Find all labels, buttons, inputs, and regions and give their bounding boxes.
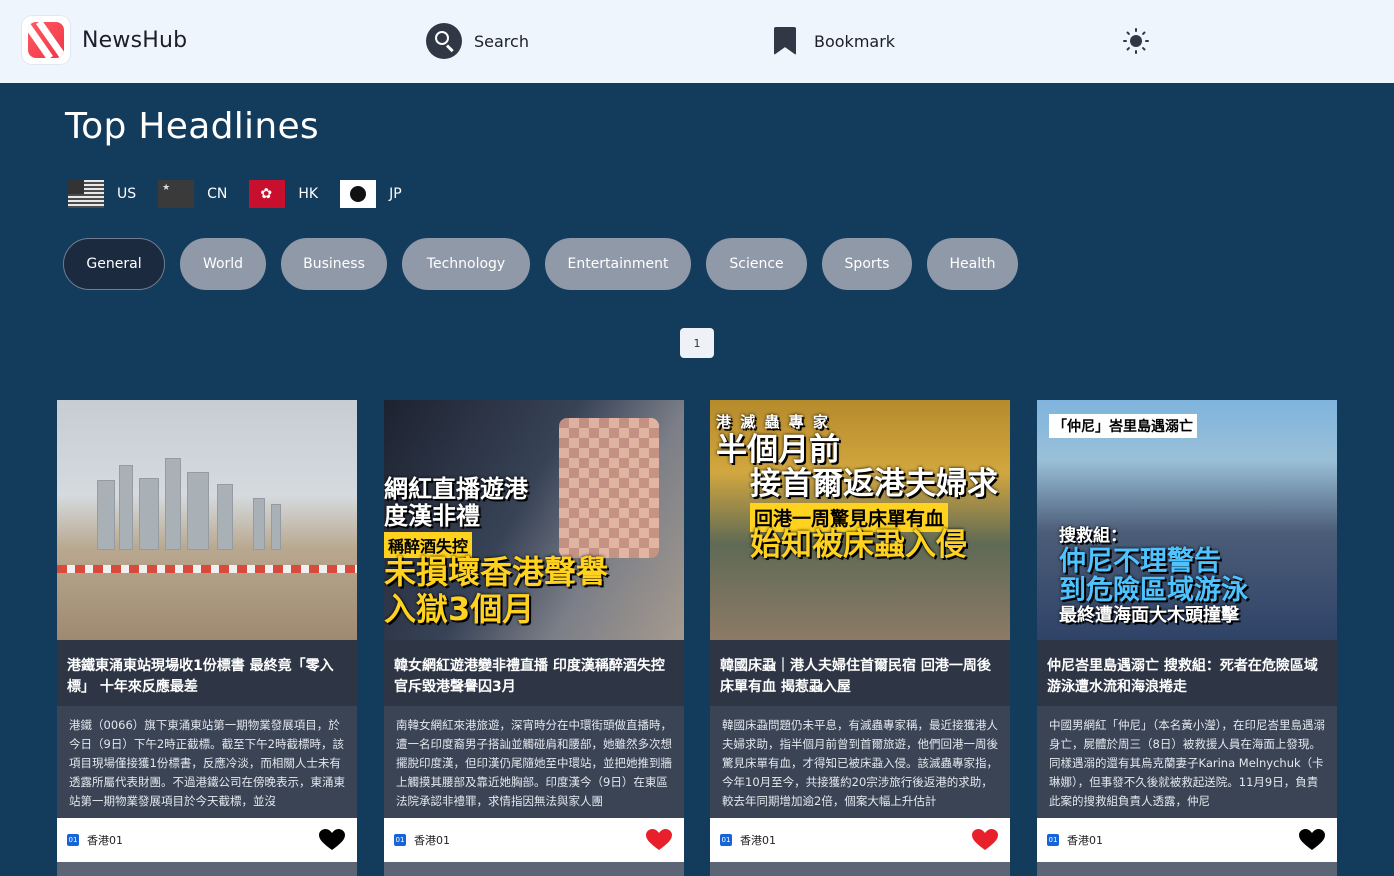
article-title[interactable]: 韓女網紅遊港變非禮直播 印度漢稱醉酒失控 官斥毀港聲譽囚3月 bbox=[394, 656, 675, 698]
heart-icon[interactable] bbox=[1299, 829, 1325, 851]
image-caption: 仲尼不理警告 bbox=[1059, 546, 1221, 577]
source-logo-icon: 01 bbox=[67, 834, 79, 846]
image-caption: 港 滅 蟲 專 家 bbox=[716, 413, 830, 431]
cn-flag-icon: ★ bbox=[158, 180, 195, 208]
article-image[interactable] bbox=[57, 400, 357, 640]
news-logo-icon bbox=[28, 22, 64, 58]
page-title: Top Headlines bbox=[65, 106, 319, 147]
newshub-logo[interactable] bbox=[22, 16, 70, 64]
app-title[interactable]: NewsHub bbox=[82, 28, 187, 53]
tab-health[interactable]: Health bbox=[927, 238, 1018, 290]
top-nav-bar: NewsHub Search Bookmark bbox=[0, 0, 1394, 83]
tab-technology[interactable]: Technology bbox=[402, 238, 530, 290]
tab-business[interactable]: Business bbox=[281, 238, 387, 290]
country-cn[interactable]: ★ CN bbox=[158, 180, 227, 208]
article-image[interactable]: 「仲尼」峇里島遇溺亡 搜救組： 仲尼不理警告 到危險區域游泳 最終遭海面大木頭撞… bbox=[1037, 400, 1337, 640]
country-selector: US ★ CN ✿ HK JP bbox=[68, 180, 424, 208]
source-logo-icon: 01 bbox=[1047, 834, 1059, 846]
source-logo-icon: 01 bbox=[394, 834, 406, 846]
category-tabs: General World Business Technology Entert… bbox=[63, 238, 1033, 290]
heart-icon[interactable] bbox=[319, 829, 345, 851]
image-caption: 半個月前 bbox=[716, 432, 840, 468]
image-caption: 始知被床蝨入侵 bbox=[750, 527, 967, 563]
construction-barrier bbox=[57, 565, 357, 573]
search-icon bbox=[426, 23, 462, 59]
tab-entertainment[interactable]: Entertainment bbox=[545, 238, 691, 290]
article-image[interactable]: 港 滅 蟲 專 家 半個月前 接首爾返港夫婦求 回港一周驚見床單有血 始知被床蝨… bbox=[710, 400, 1010, 640]
image-caption: 最終遭海面大木頭撞擊 bbox=[1059, 605, 1239, 626]
article-source: 香港01 bbox=[414, 834, 450, 847]
search-nav-button[interactable]: Search bbox=[426, 23, 529, 59]
bookmark-icon bbox=[774, 27, 796, 55]
article-source: 香港01 bbox=[740, 834, 776, 847]
article-source: 香港01 bbox=[87, 834, 123, 847]
article-card[interactable]: 「仲尼」峇里島遇溺亡 搜救組： 仲尼不理警告 到危險區域游泳 最終遭海面大木頭撞… bbox=[1037, 400, 1337, 876]
tab-science[interactable]: Science bbox=[706, 238, 807, 290]
card-bottom-edge bbox=[57, 862, 357, 876]
theme-toggle-button[interactable] bbox=[1122, 27, 1150, 55]
country-hk[interactable]: ✿ HK bbox=[249, 180, 318, 208]
source-logo-icon: 01 bbox=[720, 834, 732, 846]
country-label: US bbox=[117, 186, 137, 202]
article-title[interactable]: 仲尼峇里島遇溺亡 搜救組：死者在危險區域游泳遭水流和海浪捲走 bbox=[1047, 656, 1328, 698]
article-description: 港鐵（0066）旗下東涌東站第一期物業發展項目，於今日（9日）下午2時正截標。截… bbox=[69, 718, 345, 808]
tab-general[interactable]: General bbox=[63, 238, 165, 290]
heart-icon[interactable] bbox=[972, 829, 998, 851]
jp-flag-icon bbox=[340, 180, 377, 208]
country-label: HK bbox=[298, 186, 319, 202]
article-source: 香港01 bbox=[1067, 834, 1103, 847]
article-title-block: 港鐵東涌東站現場收1份標書 最終竟「零入標」 十年來反應最差 bbox=[57, 640, 357, 706]
article-title-block: 仲尼峇里島遇溺亡 搜救組：死者在危險區域游泳遭水流和海浪捲走 bbox=[1037, 640, 1337, 706]
hk-flag-icon: ✿ bbox=[249, 180, 286, 208]
article-card[interactable]: 港 滅 蟲 專 家 半個月前 接首爾返港夫婦求 回港一周驚見床單有血 始知被床蝨… bbox=[710, 400, 1010, 876]
article-image[interactable]: 網紅直播遊港 度漢非禮 稱醉酒失控 未損壞香港聲譽 入獄3個月 bbox=[384, 400, 684, 640]
heart-icon[interactable] bbox=[646, 829, 672, 851]
card-bottom-edge bbox=[710, 862, 1010, 876]
tab-world[interactable]: World bbox=[180, 238, 266, 290]
image-caption: 入獄3個月 bbox=[384, 590, 535, 628]
image-caption: 接首爾返港夫婦求 bbox=[750, 466, 998, 502]
article-description: 中國男網紅「仲尼」（本名黃小瀅），在印尼峇里島遇溺身亡，屍體於周三（8日）被救援… bbox=[1049, 718, 1325, 808]
article-title[interactable]: 港鐵東涌東站現場收1份標書 最終竟「零入標」 十年來反應最差 bbox=[67, 656, 348, 698]
article-title-block: 韓女網紅遊港變非禮直播 印度漢稱醉酒失控 官斥毀港聲譽囚3月 bbox=[384, 640, 684, 706]
card-bottom-edge bbox=[1037, 862, 1337, 876]
article-title-block: 韓國床蝨｜港人夫婦住首爾民宿 回港一周後床單有血 揭惹蝨入屋 bbox=[710, 640, 1010, 706]
image-caption: 度漢非禮 bbox=[384, 502, 480, 530]
card-bottom-edge bbox=[384, 862, 684, 876]
search-label: Search bbox=[474, 31, 529, 51]
article-card[interactable]: 港鐵東涌東站現場收1份標書 最終竟「零入標」 十年來反應最差 港鐵（0066）旗… bbox=[57, 400, 357, 876]
article-title[interactable]: 韓國床蝨｜港人夫婦住首爾民宿 回港一周後床單有血 揭惹蝨入屋 bbox=[720, 656, 1001, 698]
image-caption: 網紅直播遊港 bbox=[384, 475, 528, 503]
article-footer: 01 香港01 bbox=[1037, 818, 1337, 862]
page-1-button[interactable]: 1 bbox=[680, 328, 714, 358]
bookmark-label: Bookmark bbox=[814, 31, 896, 51]
country-jp[interactable]: JP bbox=[340, 180, 402, 208]
country-label: JP bbox=[389, 186, 402, 202]
country-us[interactable]: US bbox=[68, 180, 136, 208]
pixelated-face bbox=[559, 418, 659, 558]
article-footer: 01 香港01 bbox=[384, 818, 684, 862]
tab-sports[interactable]: Sports bbox=[822, 238, 912, 290]
bookmark-nav-button[interactable]: Bookmark bbox=[774, 27, 895, 55]
article-footer: 01 香港01 bbox=[710, 818, 1010, 862]
article-description: 南韓女網紅來港旅遊，深宵時分在中環街頭做直播時，遭一名印度裔男子搭訕並觸碰肩和腰… bbox=[396, 718, 672, 808]
image-caption: 到危險區域游泳 bbox=[1059, 575, 1248, 606]
article-footer: 01 香港01 bbox=[57, 818, 357, 862]
image-caption: 搜救組： bbox=[1059, 526, 1127, 546]
article-description: 韓國床蝨問題仍未平息，有滅蟲專家稱，最近接獲港人夫婦求助，指半個月前曾到首爾旅遊… bbox=[722, 718, 998, 808]
image-caption: 「仲尼」峇里島遇溺亡 bbox=[1049, 414, 1197, 438]
country-label: CN bbox=[207, 186, 228, 202]
image-caption: 未損壞香港聲譽 bbox=[384, 553, 609, 591]
us-flag-icon bbox=[68, 180, 104, 208]
article-card[interactable]: 網紅直播遊港 度漢非禮 稱醉酒失控 未損壞香港聲譽 入獄3個月 韓女網紅遊港變非… bbox=[384, 400, 684, 876]
